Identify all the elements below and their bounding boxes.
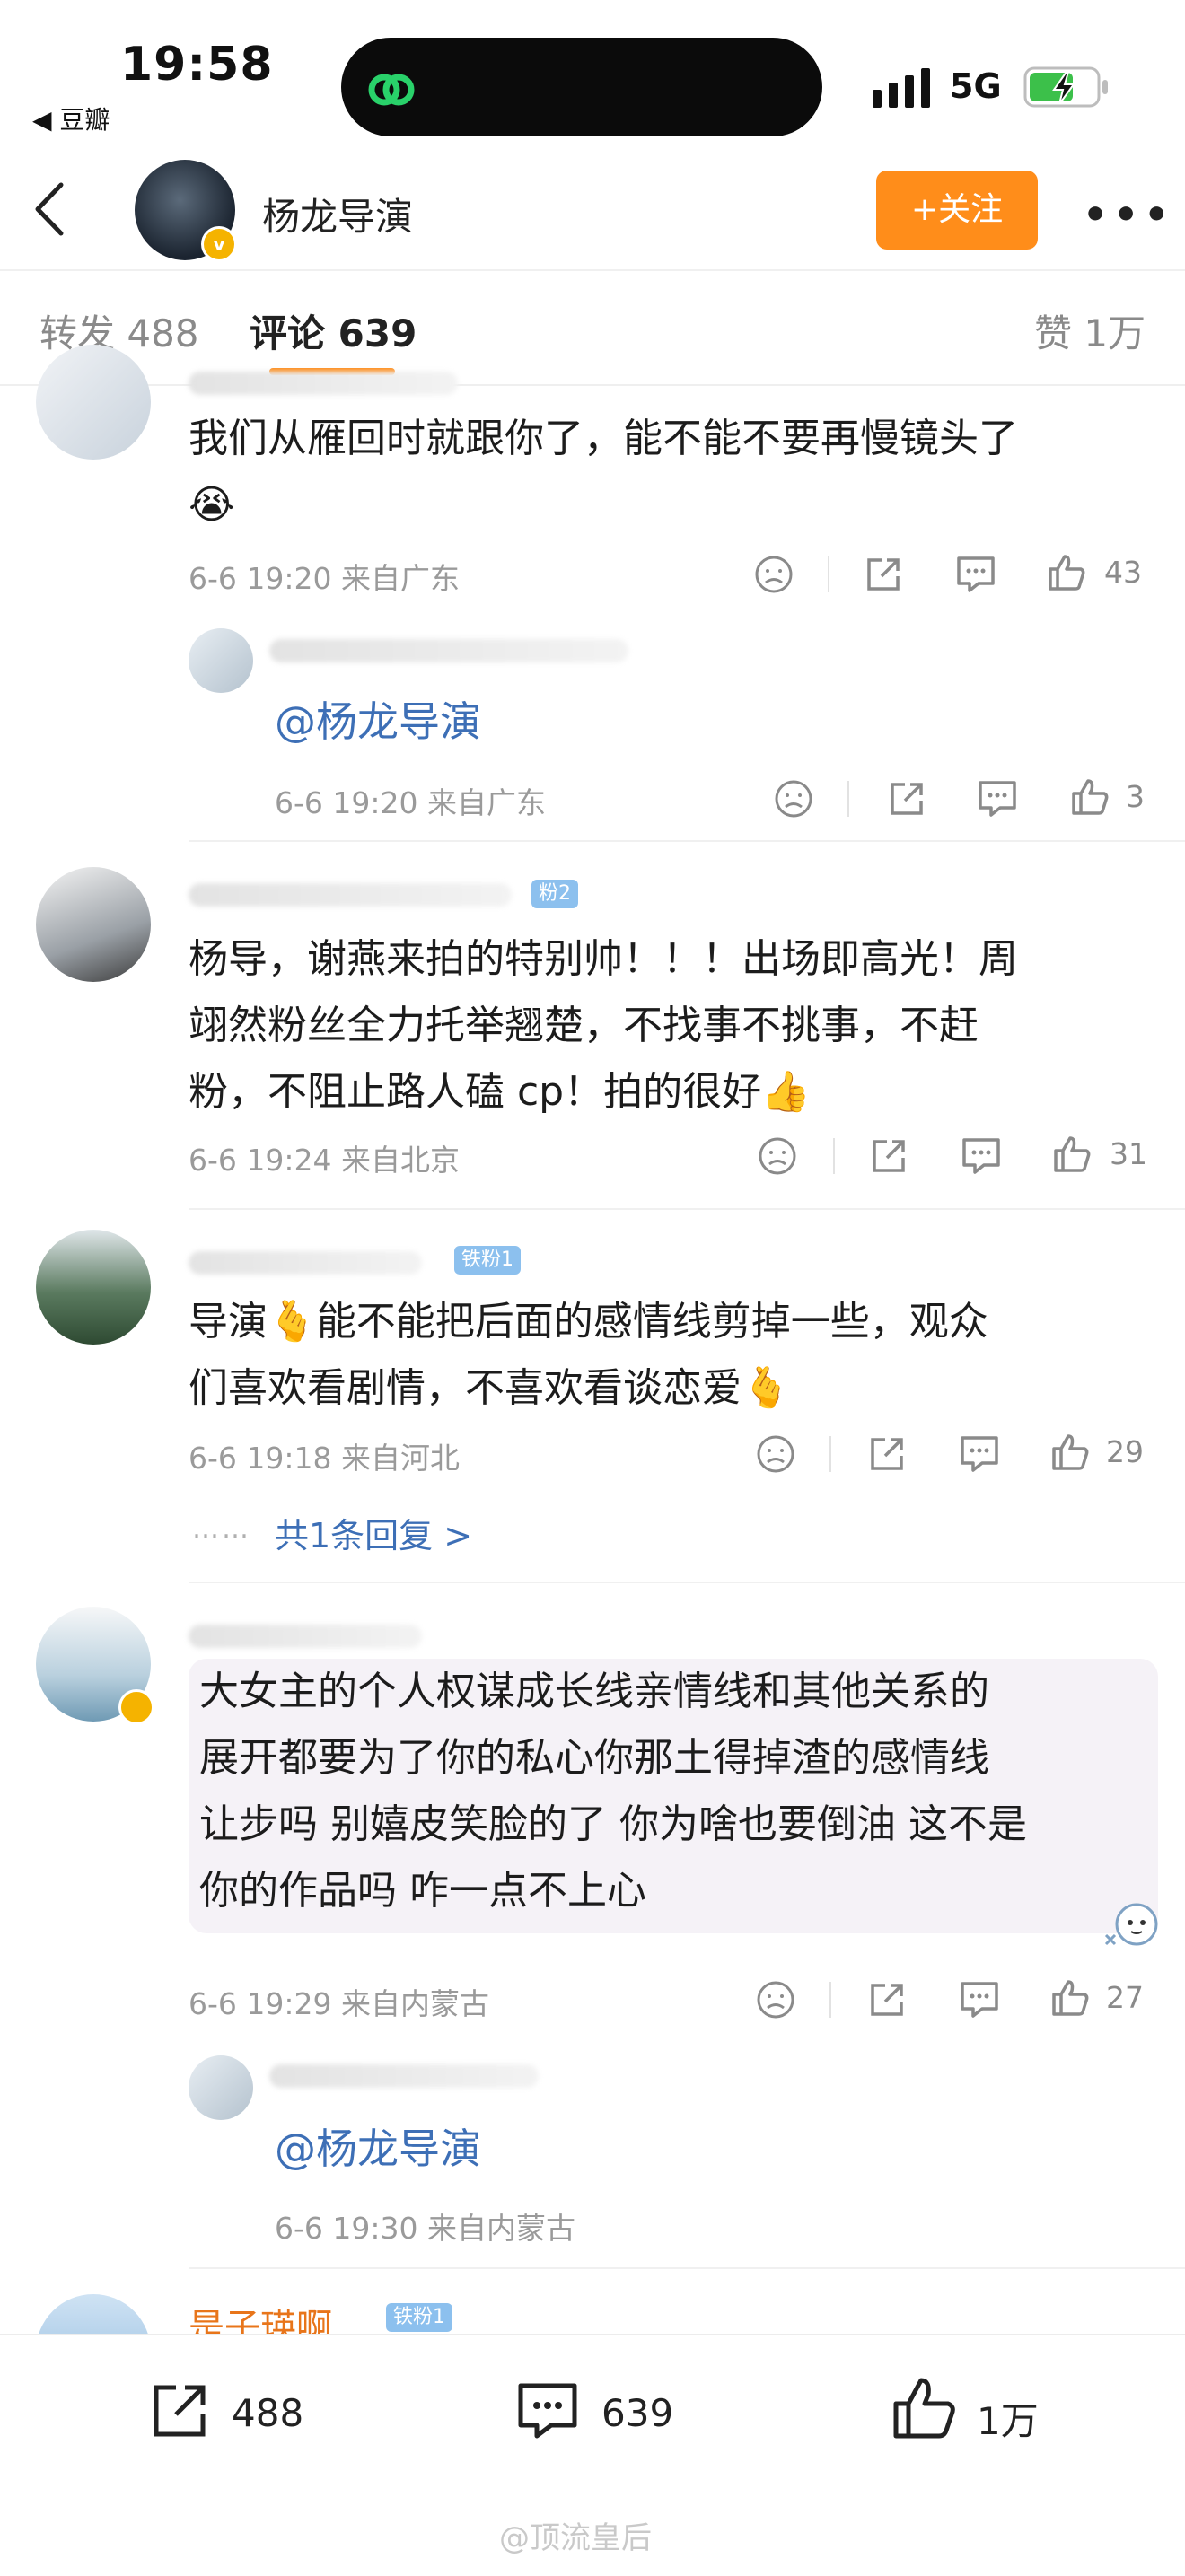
watermark: @顶流皇后 [499,2520,652,2556]
location-value: 来自内蒙古 [427,2211,575,2246]
reply-icon[interactable] [957,1433,1002,1476]
comment-text: 大女主的个人权谋成长线亲情线和其他关系的 展开都要为了你的私心你那土得掉渣的感情… [189,1659,1158,1933]
comment-actions: 31 [0,1129,1185,1183]
bubble-decoration-icon [1104,1903,1158,1946]
link-app-icon [368,74,415,106]
action-separator [833,1138,835,1174]
more-replies-dots: …… [192,1513,251,1545]
action-separator [830,1436,831,1472]
reply-time: 6-6 19:30 来自内蒙古 [275,2204,575,2247]
cellular-signal-icon [873,68,930,108]
time-value: 6-6 19:30 [275,2211,418,2246]
tab-like[interactable]: 赞 1万 [1034,303,1146,358]
share-icon[interactable] [865,1433,908,1476]
comment-divider [189,1582,1185,1583]
reply-avatar[interactable] [189,2055,253,2120]
comment-line: 翊然粉丝全力托举翘楚，不找事不挑事，不赶 [189,1003,979,1048]
dislike-icon[interactable] [754,1433,797,1476]
comment-actions: 27 [0,1973,1185,2027]
thumbs-up-icon[interactable] [1049,1431,1092,1474]
comment-line: 导演🫰能不能把后面的感情线剪掉一些，观众 [189,1299,988,1345]
verified-badge-icon [118,1689,154,1725]
dislike-icon[interactable] [752,553,795,596]
reply-icon[interactable] [975,777,1020,820]
header-divider [0,269,1185,271]
fan-badge: 粉2 [531,880,578,908]
repost-count[interactable]: 488 [232,2391,303,2435]
commenter-avatar[interactable] [36,345,151,460]
reply-icon[interactable] [957,1978,1002,2021]
comment-divider [189,1208,1185,1210]
author-name[interactable]: 杨龙导演 [262,187,413,241]
blurred-username [189,883,512,907]
fan-badge: 铁粉1 [386,2303,452,2332]
commenter-avatar[interactable] [36,867,151,982]
comment-divider [189,2267,1185,2269]
share-icon[interactable] [865,1978,908,2021]
comment-text: 杨导，谢燕来拍的特别帅！！！出场即高光！周 翊然粉丝全力托举翘楚，不找事不挑事，… [189,926,1158,1126]
blurred-username [189,1625,422,1648]
like-count-total[interactable]: 1万 [977,2391,1039,2446]
comment-text: 我们从雁回时就跟你了，能不能不要再慢镜头了 😭 [189,406,1158,539]
follow-button[interactable]: +关注 [876,171,1038,250]
blurred-username [269,2064,539,2088]
blurred-username [269,639,628,662]
comment-count[interactable]: 639 [601,2391,673,2435]
comment-icon[interactable] [512,2375,584,2447]
blurred-username [189,372,458,395]
like-count: 29 [1106,1434,1144,1469]
thumbs-up-icon[interactable] [1050,1133,1093,1176]
comment-text: 导演🫰能不能把后面的感情线剪掉一些，观众 们喜欢看剧情，不喜欢看谈恋爱🫰 [189,1289,1158,1422]
back-to-app-link[interactable]: ◀ 豆瓣 [32,101,110,136]
comment-line: 你的作品吗 咋一点不上心 [199,1868,646,1914]
like-count: 27 [1106,1980,1144,2015]
thumbs-up-icon[interactable] [1045,551,1088,594]
action-separator [830,1982,831,2018]
share-icon[interactable] [885,777,928,820]
verified-badge-icon: v [201,226,237,262]
like-count: 3 [1126,779,1145,814]
action-separator [828,556,830,592]
reply-icon[interactable] [953,553,998,596]
thumbs-up-icon[interactable] [1049,1976,1092,2020]
comment-actions: 29 [0,1427,1185,1481]
network-type: 5G [950,66,1002,106]
repost-icon[interactable] [144,2375,215,2447]
dislike-icon[interactable] [754,1978,797,2021]
crying-emoji: 😭 [189,482,235,528]
comment-divider [189,840,1185,842]
comment-line: 展开都要为了你的私心你那土得掉渣的感情线 [199,1735,989,1781]
dislike-icon[interactable] [756,1135,799,1178]
more-options-icon[interactable]: ••• [1083,192,1174,238]
view-replies-link[interactable]: 共1条回复 > [275,1508,472,1557]
comment-actions: 43 [0,548,1185,601]
action-separator [847,781,849,817]
like-count: 43 [1104,555,1142,590]
comment-line: 大女主的个人权谋成长线亲情线和其他关系的 [199,1669,989,1714]
comment-line: 杨导，谢燕来拍的特别帅！！！出场即高光！周 [189,936,1018,982]
mention-link[interactable]: @杨龙导演 [275,2116,481,2176]
back-arrow-icon[interactable] [27,178,72,241]
comment-line: 让步吗 别嬉皮笑脸的了 你为啥也要倒油 这不是 [199,1801,1027,1847]
share-icon[interactable] [867,1135,910,1178]
blurred-username [189,1251,422,1275]
reply-icon[interactable] [959,1135,1004,1178]
tab-comment[interactable]: 评论 639 [250,303,417,358]
reply-avatar[interactable] [189,628,253,693]
comment-line: 粉，不阻止路人磕 cp！拍的很好👍 [189,1069,811,1115]
mention-link[interactable]: @杨龙导演 [275,689,481,749]
status-time: 19:58 [120,38,274,92]
like-count: 31 [1110,1136,1147,1171]
commenter-avatar[interactable] [36,1230,151,1345]
thumbs-up-icon[interactable] [1068,775,1111,819]
comment-line: 我们从雁回时就跟你了，能不能不要再慢镜头了 [189,416,1018,461]
comment-line: 们喜欢看剧情，不喜欢看谈恋爱🫰 [189,1365,791,1411]
battery-charging-icon [1023,66,1108,108]
share-icon[interactable] [862,553,905,596]
reply-actions: 3 [0,772,1185,826]
dislike-icon[interactable] [772,777,815,820]
tabs-divider [0,384,1185,386]
fan-badge: 铁粉1 [454,1246,521,1275]
like-icon[interactable] [889,2373,961,2445]
